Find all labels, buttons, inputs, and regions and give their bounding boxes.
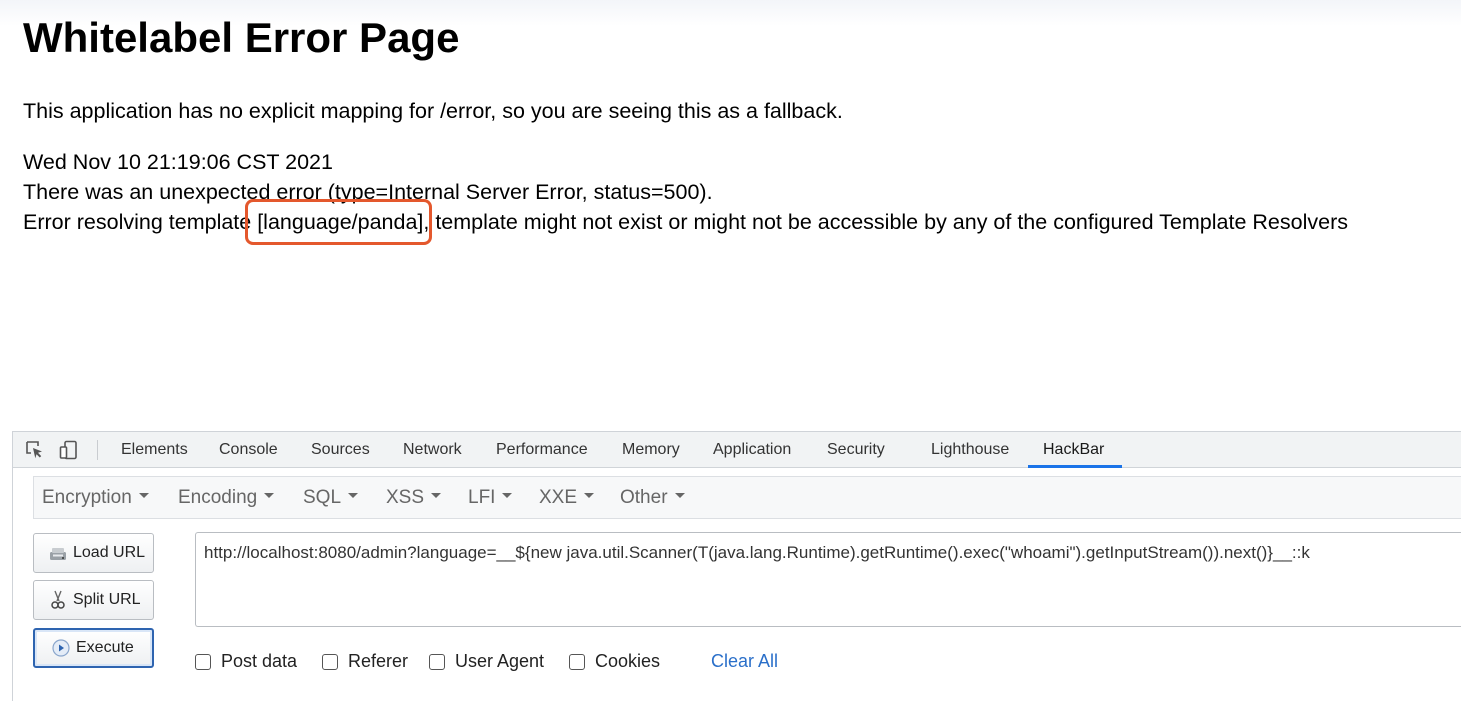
clear-all-link[interactable]: Clear All bbox=[711, 651, 778, 672]
caret-down-icon bbox=[138, 493, 149, 499]
menu-other[interactable]: Other bbox=[620, 487, 685, 509]
cookies-checkbox[interactable] bbox=[569, 653, 585, 670]
split-url-button[interactable]: Split URL bbox=[33, 580, 154, 620]
toolbar-separator bbox=[97, 440, 98, 460]
error-timestamp: Wed Nov 10 21:19:06 CST 2021 bbox=[23, 150, 333, 174]
tab-console[interactable]: Console bbox=[219, 441, 278, 459]
hackbar-menu: Encryption Encoding SQL XSS LFI XXE Othe… bbox=[33, 476, 1461, 519]
tab-elements[interactable]: Elements bbox=[121, 441, 188, 459]
template-error-line: Error resolving template [language/panda… bbox=[23, 199, 1348, 245]
menu-encryption[interactable]: Encryption bbox=[42, 487, 149, 509]
tab-network[interactable]: Network bbox=[403, 441, 462, 459]
fallback-message: This application has no explicit mapping… bbox=[23, 99, 843, 123]
post-data-checkbox[interactable] bbox=[195, 653, 211, 670]
active-tab-indicator bbox=[1028, 465, 1122, 468]
tab-performance[interactable]: Performance bbox=[496, 441, 588, 459]
tab-sources[interactable]: Sources bbox=[311, 441, 370, 459]
referer-option[interactable]: Referer bbox=[322, 651, 408, 672]
menu-lfi[interactable]: LFI bbox=[468, 487, 513, 509]
inspect-element-icon[interactable] bbox=[25, 440, 45, 460]
load-url-icon bbox=[48, 543, 68, 563]
scissors-icon bbox=[48, 590, 68, 610]
devtools-tab-bar: Elements Console Sources Network Perform… bbox=[13, 432, 1461, 468]
url-textarea[interactable]: http://localhost:8080/admin?language=__$… bbox=[195, 532, 1461, 627]
devtools-panel: Elements Console Sources Network Perform… bbox=[12, 431, 1461, 701]
caret-down-icon bbox=[264, 493, 275, 499]
caret-down-icon bbox=[674, 493, 685, 499]
page-title: Whitelabel Error Page bbox=[23, 14, 460, 61]
device-toolbar-icon[interactable] bbox=[59, 440, 79, 460]
load-url-button[interactable]: Load URL bbox=[33, 533, 154, 573]
caret-down-icon bbox=[502, 493, 513, 499]
cookies-option[interactable]: Cookies bbox=[569, 651, 660, 672]
post-data-option[interactable]: Post data bbox=[195, 651, 297, 672]
user-agent-checkbox[interactable] bbox=[429, 653, 445, 670]
menu-encoding[interactable]: Encoding bbox=[178, 487, 275, 509]
tab-security[interactable]: Security bbox=[827, 441, 885, 459]
play-icon bbox=[51, 638, 71, 658]
tab-memory[interactable]: Memory bbox=[622, 441, 680, 459]
tab-lighthouse[interactable]: Lighthouse bbox=[931, 441, 1009, 459]
user-agent-option[interactable]: User Agent bbox=[429, 651, 544, 672]
referer-checkbox[interactable] bbox=[322, 653, 338, 670]
caret-down-icon bbox=[431, 493, 442, 499]
caret-down-icon bbox=[584, 493, 595, 499]
template-error-prefix: Error resolving template bbox=[23, 210, 258, 234]
template-error-suffix: , template might not exist or might not … bbox=[423, 210, 1348, 234]
execute-button[interactable]: Execute bbox=[33, 628, 154, 668]
highlighted-template-name: [language/panda] bbox=[245, 199, 433, 245]
tab-application[interactable]: Application bbox=[713, 441, 791, 459]
tab-hackbar[interactable]: HackBar bbox=[1043, 441, 1104, 459]
menu-xxe[interactable]: XXE bbox=[539, 487, 595, 509]
menu-xss[interactable]: XSS bbox=[386, 487, 442, 509]
menu-sql[interactable]: SQL bbox=[303, 487, 359, 509]
caret-down-icon bbox=[348, 493, 359, 499]
